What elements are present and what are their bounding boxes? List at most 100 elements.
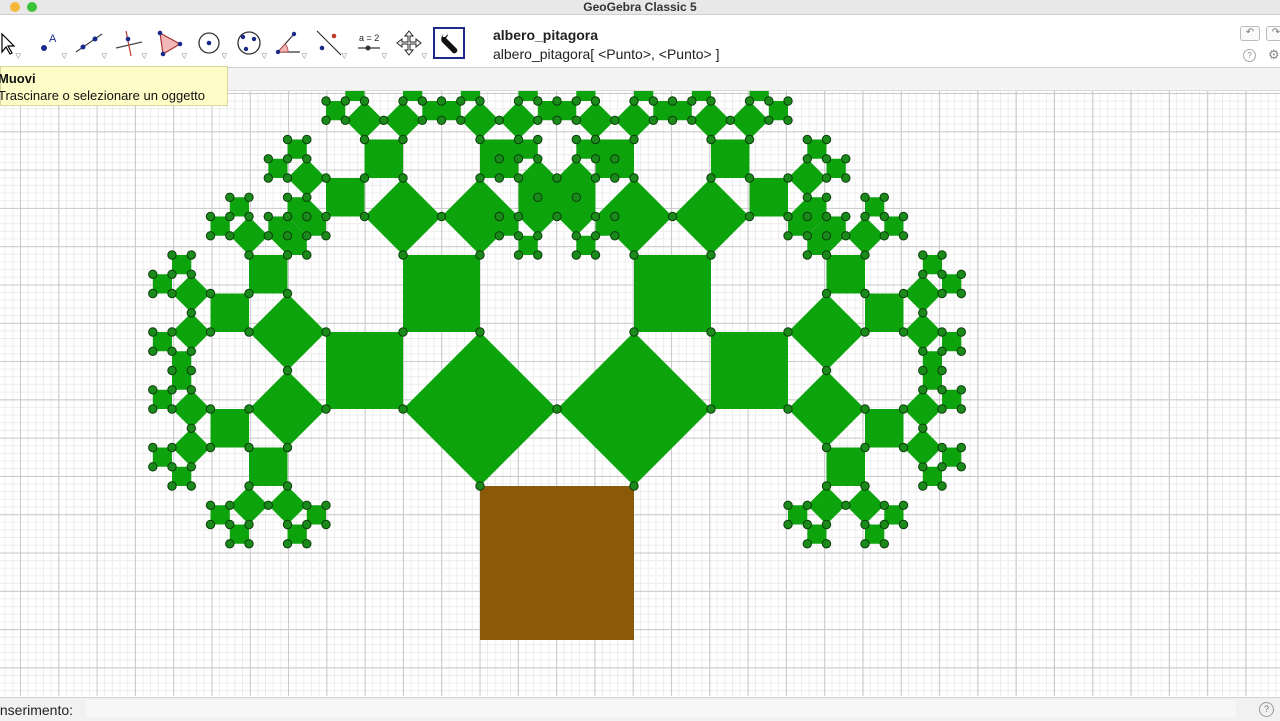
vertex-point[interactable]: [956, 269, 966, 279]
vertex-point[interactable]: [167, 442, 177, 453]
vertex-point[interactable]: [552, 115, 562, 126]
perpendicular-line-tool[interactable]: ▽: [114, 28, 147, 60]
vertex-point[interactable]: [629, 173, 639, 183]
vertex-point[interactable]: [783, 327, 793, 337]
help-icon[interactable]: ?: [1243, 49, 1256, 62]
vertex-point[interactable]: [590, 173, 601, 183]
vertex-point[interactable]: [167, 462, 177, 472]
branch-square[interactable]: [499, 101, 538, 140]
branch-square[interactable]: [711, 332, 788, 409]
vertex-point[interactable]: [302, 500, 312, 510]
vertex-point[interactable]: [533, 134, 543, 145]
branch-square[interactable]: [903, 389, 943, 429]
vertex-point[interactable]: [263, 231, 273, 241]
vertex-point[interactable]: [590, 96, 601, 106]
vertex-point[interactable]: [321, 404, 331, 414]
vertex-point[interactable]: [225, 539, 235, 549]
vertex-point[interactable]: [340, 115, 350, 126]
vertex-point[interactable]: [225, 192, 235, 203]
vertex-point[interactable]: [475, 250, 485, 260]
branch-square[interactable]: [614, 101, 654, 140]
branch-square[interactable]: [730, 101, 769, 140]
vertex-point[interactable]: [629, 134, 639, 145]
vertex-point[interactable]: [398, 250, 408, 260]
vertex-point[interactable]: [590, 154, 601, 164]
vertex-point[interactable]: [629, 327, 639, 337]
branch-square[interactable]: [172, 428, 211, 467]
vertex-point[interactable]: [879, 500, 889, 510]
angle-tool[interactable]: ▽: [274, 28, 307, 60]
vertex-point[interactable]: [918, 250, 928, 260]
vertex-point[interactable]: [244, 211, 254, 222]
vertex-point[interactable]: [898, 500, 909, 510]
vertex-point[interactable]: [533, 96, 543, 106]
vertex-point[interactable]: [282, 211, 293, 222]
vertex-point[interactable]: [590, 231, 601, 241]
branch-square[interactable]: [807, 486, 846, 525]
vertex-point[interactable]: [918, 481, 928, 491]
vertex-point[interactable]: [148, 385, 158, 395]
vertex-point[interactable]: [744, 211, 755, 222]
polygon-tool[interactable]: ▽: [154, 28, 187, 60]
vertex-point[interactable]: [379, 115, 389, 126]
vertex-point[interactable]: [667, 211, 678, 222]
vertex-point[interactable]: [225, 231, 235, 241]
vertex-point[interactable]: [764, 96, 774, 106]
vertex-point[interactable]: [956, 346, 966, 356]
vertex-point[interactable]: [359, 173, 370, 183]
vertex-point[interactable]: [783, 115, 793, 126]
branch-square[interactable]: [345, 101, 384, 140]
vertex-point[interactable]: [494, 231, 504, 241]
vertex-point[interactable]: [956, 385, 966, 395]
graphics-view[interactable]: [0, 91, 1280, 696]
vertex-point[interactable]: [918, 423, 928, 433]
vertex-point[interactable]: [918, 462, 928, 472]
vertex-point[interactable]: [186, 365, 197, 376]
vertex-point[interactable]: [783, 211, 793, 222]
vertex-point[interactable]: [282, 250, 293, 260]
vertex-point[interactable]: [648, 96, 658, 106]
vertex-point[interactable]: [629, 250, 639, 260]
vertex-point[interactable]: [918, 365, 928, 376]
vertex-point[interactable]: [898, 288, 909, 299]
vertex-point[interactable]: [571, 134, 581, 145]
vertex-point[interactable]: [494, 211, 504, 222]
vertex-point[interactable]: [302, 154, 312, 164]
vertex-point[interactable]: [398, 134, 408, 145]
vertex-point[interactable]: [533, 115, 543, 126]
branch-square[interactable]: [383, 101, 423, 140]
branch-square[interactable]: [249, 370, 326, 448]
vertex-point[interactable]: [148, 269, 158, 279]
vertex-point[interactable]: [744, 96, 755, 106]
vertex-point[interactable]: [398, 96, 408, 106]
vertex-point[interactable]: [802, 192, 812, 203]
vertex-point[interactable]: [610, 173, 620, 183]
vertex-point[interactable]: [398, 404, 408, 414]
vertex-point[interactable]: [918, 269, 928, 279]
vertex-point[interactable]: [282, 231, 293, 241]
vertex-point[interactable]: [205, 211, 216, 222]
vertex-point[interactable]: [802, 519, 812, 530]
branch-square[interactable]: [364, 139, 404, 179]
vertex-point[interactable]: [302, 134, 312, 145]
vertex-point[interactable]: [436, 96, 447, 106]
vertex-point[interactable]: [417, 96, 427, 106]
branch-square[interactable]: [903, 428, 943, 467]
vertex-point[interactable]: [282, 173, 293, 183]
branch-square[interactable]: [749, 178, 789, 217]
vertex-point[interactable]: [302, 539, 312, 549]
vertex-point[interactable]: [205, 327, 216, 337]
vertex-point[interactable]: [937, 462, 947, 472]
vertex-point[interactable]: [436, 211, 447, 222]
point-tool[interactable]: A ▽: [34, 28, 67, 60]
vertex-point[interactable]: [860, 539, 870, 549]
reflect-tool[interactable]: ▽: [314, 28, 347, 60]
vertex-point[interactable]: [821, 231, 832, 241]
vertex-point[interactable]: [783, 96, 793, 106]
vertex-point[interactable]: [744, 173, 755, 183]
undo-button[interactable]: ↶: [1240, 26, 1260, 41]
vertex-point[interactable]: [841, 154, 851, 164]
vertex-point[interactable]: [186, 423, 197, 433]
gear-icon[interactable]: ⚙: [1268, 47, 1280, 63]
branch-square[interactable]: [845, 216, 885, 256]
